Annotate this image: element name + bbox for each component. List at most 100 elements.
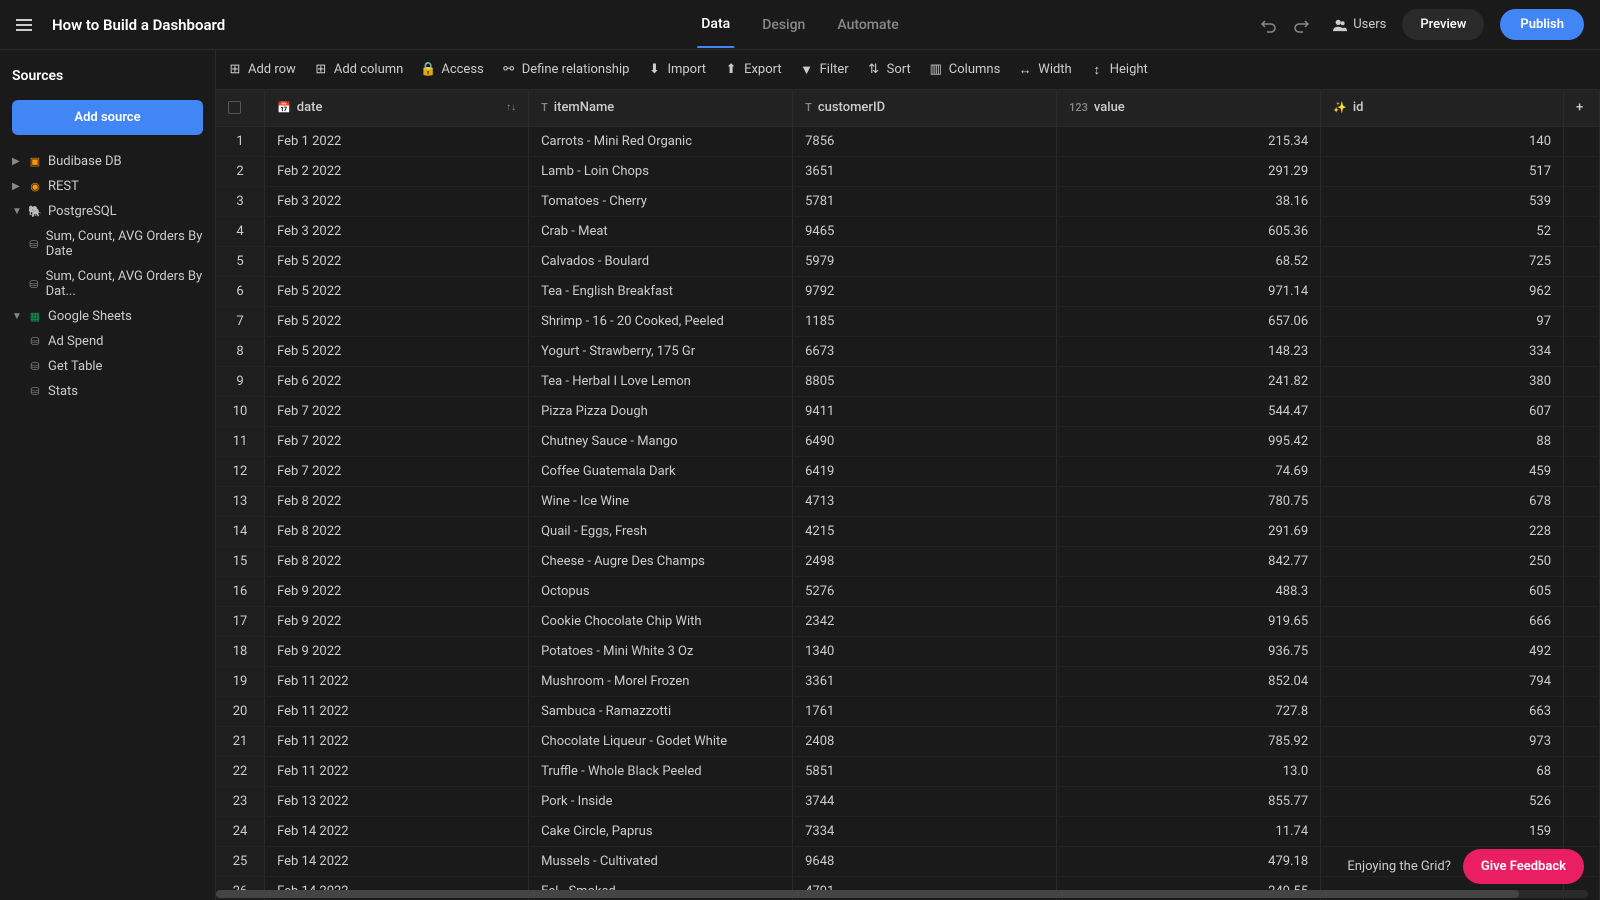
cell-itemname[interactable]: Sambuca - Ramazzotti — [529, 696, 793, 726]
cell-itemname[interactable]: Tea - Herbal I Love Lemon — [529, 366, 793, 396]
cell-itemname[interactable]: Truffle - Whole Black Peeled — [529, 756, 793, 786]
cell-date[interactable]: Feb 8 2022 — [265, 516, 529, 546]
table-row[interactable]: 13 Feb 8 2022 Wine - Ice Wine 4713 780.7… — [216, 486, 1600, 516]
table-row[interactable]: 20 Feb 11 2022 Sambuca - Ramazzotti 1761… — [216, 696, 1600, 726]
toolbar-export[interactable]: ⬆Export — [724, 62, 782, 77]
cell-id[interactable]: 228 — [1321, 516, 1564, 546]
cell-customerid[interactable]: 4713 — [793, 486, 1057, 516]
cell-customerid[interactable]: 9411 — [793, 396, 1057, 426]
cell-itemname[interactable]: Crab - Meat — [529, 216, 793, 246]
cell-customerid[interactable]: 7856 — [793, 126, 1057, 156]
cell-value[interactable]: 241.82 — [1057, 366, 1321, 396]
table-row[interactable]: 19 Feb 11 2022 Mushroom - Morel Frozen 3… — [216, 666, 1600, 696]
toolbar-add-row[interactable]: ⊞Add row — [228, 62, 296, 77]
toolbar-sort[interactable]: ⇅Sort — [867, 62, 911, 77]
cell-itemname[interactable]: Tomatoes - Cherry — [529, 186, 793, 216]
cell-itemname[interactable]: Cake Circle, Paprus — [529, 816, 793, 846]
cell-date[interactable]: Feb 6 2022 — [265, 366, 529, 396]
cell-date[interactable]: Feb 7 2022 — [265, 456, 529, 486]
menu-icon[interactable] — [16, 17, 32, 33]
cell-itemname[interactable]: Yogurt - Strawberry, 175 Gr — [529, 336, 793, 366]
cell-id[interactable]: 492 — [1321, 636, 1564, 666]
cell-id[interactable]: 97 — [1321, 306, 1564, 336]
cell-customerid[interactable]: 5851 — [793, 756, 1057, 786]
cell-itemname[interactable]: Quail - Eggs, Fresh — [529, 516, 793, 546]
cell-date[interactable]: Feb 8 2022 — [265, 486, 529, 516]
cell-id[interactable]: 539 — [1321, 186, 1564, 216]
cell-value[interactable]: 544.47 — [1057, 396, 1321, 426]
tree-item-gsheets[interactable]: ▼ ▦ Google Sheets — [0, 304, 215, 329]
cell-itemname[interactable]: Potatoes - Mini White 3 Oz — [529, 636, 793, 666]
tree-item-postgres[interactable]: ▼ 🐘 PostgreSQL — [0, 199, 215, 224]
cell-id[interactable]: 962 — [1321, 276, 1564, 306]
add-source-button[interactable]: Add source — [12, 100, 203, 135]
cell-value[interactable]: 842.77 — [1057, 546, 1321, 576]
cell-id[interactable]: 666 — [1321, 606, 1564, 636]
cell-customerid[interactable]: 9465 — [793, 216, 1057, 246]
header-date[interactable]: 📅date↑↓ — [265, 90, 529, 126]
tree-item-adspend[interactable]: ⛁ Ad Spend — [0, 329, 215, 354]
cell-customerid[interactable]: 2408 — [793, 726, 1057, 756]
cell-value[interactable]: 215.34 — [1057, 126, 1321, 156]
cell-value[interactable]: 291.29 — [1057, 156, 1321, 186]
cell-date[interactable]: Feb 7 2022 — [265, 426, 529, 456]
cell-value[interactable]: 68.52 — [1057, 246, 1321, 276]
table-row[interactable]: 2 Feb 2 2022 Lamb - Loin Chops 3651 291.… — [216, 156, 1600, 186]
cell-value[interactable]: 605.36 — [1057, 216, 1321, 246]
cell-itemname[interactable]: Shrimp - 16 - 20 Cooked, Peeled — [529, 306, 793, 336]
cell-value[interactable]: 995.42 — [1057, 426, 1321, 456]
table-row[interactable]: 23 Feb 13 2022 Pork - Inside 3744 855.77… — [216, 786, 1600, 816]
cell-id[interactable]: 794 — [1321, 666, 1564, 696]
cell-customerid[interactable]: 1761 — [793, 696, 1057, 726]
table-row[interactable]: 14 Feb 8 2022 Quail - Eggs, Fresh 4215 2… — [216, 516, 1600, 546]
table-row[interactable]: 6 Feb 5 2022 Tea - English Breakfast 979… — [216, 276, 1600, 306]
cell-itemname[interactable]: Chocolate Liqueur - Godet White — [529, 726, 793, 756]
toolbar-columns[interactable]: ▥Columns — [929, 62, 1001, 77]
cell-itemname[interactable]: Mussels - Cultivated — [529, 846, 793, 876]
cell-id[interactable]: 678 — [1321, 486, 1564, 516]
table-row[interactable]: 8 Feb 5 2022 Yogurt - Strawberry, 175 Gr… — [216, 336, 1600, 366]
cell-id[interactable]: 517 — [1321, 156, 1564, 186]
cell-date[interactable]: Feb 5 2022 — [265, 306, 529, 336]
cell-id[interactable]: 380 — [1321, 366, 1564, 396]
cell-date[interactable]: Feb 11 2022 — [265, 696, 529, 726]
publish-button[interactable]: Publish — [1500, 9, 1584, 40]
undo-icon[interactable] — [1261, 17, 1277, 33]
table-row[interactable]: 1 Feb 1 2022 Carrots - Mini Red Organic … — [216, 126, 1600, 156]
toolbar-width[interactable]: ↔Width — [1018, 62, 1071, 77]
cell-value[interactable]: 936.75 — [1057, 636, 1321, 666]
toolbar-access[interactable]: 🔒Access — [421, 62, 483, 77]
cell-date[interactable]: Feb 3 2022 — [265, 186, 529, 216]
toolbar-filter[interactable]: ▼Filter — [800, 62, 849, 77]
cell-date[interactable]: Feb 9 2022 — [265, 576, 529, 606]
cell-itemname[interactable]: Pork - Inside — [529, 786, 793, 816]
cell-customerid[interactable]: 7334 — [793, 816, 1057, 846]
cell-id[interactable]: 526 — [1321, 786, 1564, 816]
cell-date[interactable]: Feb 9 2022 — [265, 636, 529, 666]
toolbar-import[interactable]: ⬇Import — [647, 62, 706, 77]
cell-customerid[interactable]: 2342 — [793, 606, 1057, 636]
cell-customerid[interactable]: 6673 — [793, 336, 1057, 366]
cell-value[interactable]: 479.18 — [1057, 846, 1321, 876]
cell-customerid[interactable]: 6490 — [793, 426, 1057, 456]
cell-itemname[interactable]: Wine - Ice Wine — [529, 486, 793, 516]
cell-value[interactable]: 38.16 — [1057, 186, 1321, 216]
tree-item-gettable[interactable]: ⛁ Get Table — [0, 354, 215, 379]
table-row[interactable]: 9 Feb 6 2022 Tea - Herbal I Love Lemon 8… — [216, 366, 1600, 396]
cell-date[interactable]: Feb 9 2022 — [265, 606, 529, 636]
cell-customerid[interactable]: 4215 — [793, 516, 1057, 546]
cell-date[interactable]: Feb 7 2022 — [265, 396, 529, 426]
table-row[interactable]: 22 Feb 11 2022 Truffle - Whole Black Pee… — [216, 756, 1600, 786]
cell-date[interactable]: Feb 5 2022 — [265, 246, 529, 276]
cell-date[interactable]: Feb 11 2022 — [265, 756, 529, 786]
tree-item-query1[interactable]: ⛁ Sum, Count, AVG Orders By Date — [0, 224, 215, 264]
cell-value[interactable]: 291.69 — [1057, 516, 1321, 546]
tab-design[interactable]: Design — [758, 3, 809, 47]
cell-value[interactable]: 13.0 — [1057, 756, 1321, 786]
cell-id[interactable]: 607 — [1321, 396, 1564, 426]
cell-id[interactable]: 973 — [1321, 726, 1564, 756]
cell-date[interactable]: Feb 5 2022 — [265, 276, 529, 306]
cell-id[interactable]: 159 — [1321, 816, 1564, 846]
table-row[interactable]: 16 Feb 9 2022 Octopus 5276 488.3 605 — [216, 576, 1600, 606]
table-row[interactable]: 12 Feb 7 2022 Coffee Guatemala Dark 6419… — [216, 456, 1600, 486]
